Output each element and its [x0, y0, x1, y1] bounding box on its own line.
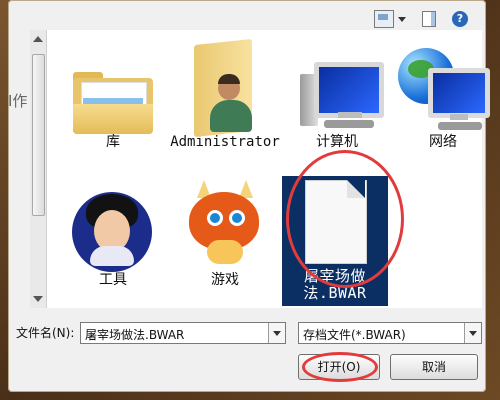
list-item-computer[interactable]: 计算机 [282, 34, 392, 151]
filetype-select[interactable]: 存档文件(*.BWAR) [298, 322, 482, 344]
filename-label: 文件名(N): [16, 326, 75, 340]
computer-icon [282, 34, 392, 134]
filetype-value: 存档文件(*.BWAR) [303, 328, 406, 342]
scroll-up-arrow-icon[interactable] [33, 36, 43, 42]
list-item-games[interactable]: 游戏 [170, 172, 280, 289]
list-item-network[interactable]: 网络 [388, 34, 498, 151]
filename-dropdown-icon[interactable] [268, 323, 285, 343]
item-label: 游戏 [211, 272, 239, 288]
list-item-library[interactable]: 库 [58, 34, 168, 151]
item-label: Administrator [170, 134, 280, 150]
preview-pane-icon[interactable] [422, 11, 436, 27]
open-file-dialog: ? Ⅰ作 库 Administrator 计算机 网络 工具 游戏 屠宰场做法.… [8, 0, 490, 392]
left-partial-text: Ⅰ作 [8, 92, 28, 110]
cancel-button[interactable]: 取消 [390, 354, 478, 380]
annotation-circle [286, 150, 404, 288]
view-icon[interactable] [374, 10, 394, 28]
tools-avatar-icon [58, 172, 168, 272]
user-folder-icon [170, 34, 280, 138]
item-label: 网络 [429, 134, 457, 150]
help-icon[interactable]: ? [452, 11, 468, 27]
vertical-scrollbar[interactable] [30, 30, 47, 308]
filetype-dropdown-icon[interactable] [464, 323, 481, 343]
list-item-administrator[interactable]: Administrator [170, 34, 280, 151]
scroll-thumb[interactable] [32, 54, 45, 216]
filename-value: 屠宰场做法.BWAR [85, 328, 185, 342]
annotation-ellipse [302, 352, 378, 382]
item-label: 库 [106, 134, 120, 150]
network-icon [388, 34, 498, 134]
filename-field[interactable]: 屠宰场做法.BWAR [80, 322, 286, 344]
scroll-down-arrow-icon[interactable] [33, 296, 43, 302]
dialog-toolbar: ? [374, 10, 468, 28]
game-dragon-icon [170, 172, 280, 272]
view-dropdown-icon[interactable] [398, 16, 406, 22]
library-folder-icon [58, 34, 168, 134]
item-label: 工具 [99, 272, 127, 288]
list-item-tools[interactable]: 工具 [58, 172, 168, 289]
filename-row: 文件名(N): 屠宰场做法.BWAR 存档文件(*.BWAR) [16, 318, 494, 344]
item-label: 计算机 [316, 134, 358, 150]
file-list: 库 Administrator 计算机 网络 工具 游戏 屠宰场做法.BWAR [30, 30, 490, 308]
